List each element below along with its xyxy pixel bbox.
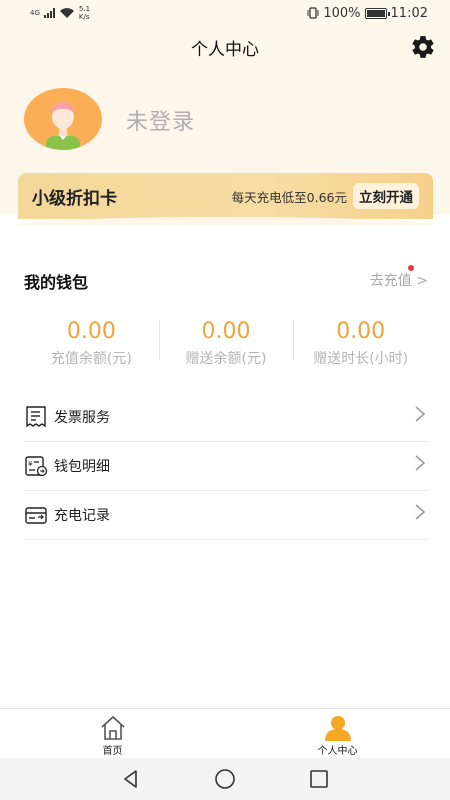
- stat-gift-balance[interactable]: 0.00 赠送余额(元): [158, 318, 294, 370]
- stat-recharge-balance[interactable]: 0.00 充值余额(元): [24, 318, 159, 370]
- wifi-icon: [59, 8, 74, 18]
- stat-label: 赠送时长(小时): [313, 351, 409, 367]
- menu-item-invoice[interactable]: 发票服务: [24, 393, 428, 442]
- stat-value: 0.00: [201, 319, 251, 344]
- bottom-nav: 首页 个人中心: [0, 708, 450, 758]
- avatar[interactable]: [24, 88, 102, 150]
- charge-record-icon: [25, 507, 47, 524]
- recent-apps-icon[interactable]: [308, 768, 330, 790]
- home-circle-icon[interactable]: [214, 768, 236, 790]
- status-left: 4G 5.1 K/s: [30, 5, 90, 21]
- stat-label: 赠送余额(元): [185, 351, 267, 367]
- stat-gift-duration[interactable]: 0.00 赠送时长(小时): [293, 318, 428, 370]
- page-title: 个人中心: [191, 39, 259, 60]
- invoice-icon: [26, 406, 46, 428]
- system-nav-bar: [0, 758, 450, 800]
- nav-label: 首页: [102, 746, 123, 757]
- nav-label: 个人中心: [317, 746, 358, 757]
- network-speed: 5.1 K/s: [79, 5, 90, 21]
- wallet-title: 我的钱包: [24, 273, 89, 292]
- login-prompt[interactable]: 未登录: [126, 104, 195, 136]
- back-icon[interactable]: [120, 768, 142, 790]
- discount-card-description: 每天充电低至0.66元: [231, 189, 347, 205]
- chevron-right-icon: [415, 406, 426, 422]
- user-icon: [324, 716, 351, 741]
- vibrate-icon: [307, 7, 319, 19]
- wallet-stats: 0.00 充值余额(元) 0.00 赠送余额(元) 0.00 赠送时长(小时): [24, 318, 428, 370]
- menu-item-wallet-detail[interactable]: ¥ 钱包明细: [24, 442, 428, 491]
- menu-label: 发票服务: [54, 410, 110, 426]
- chevron-right-icon: [415, 455, 426, 471]
- menu-item-charge-record[interactable]: 充电记录: [24, 491, 428, 540]
- status-right: 100% 11:02: [307, 6, 428, 21]
- signal-icon: [43, 8, 55, 18]
- speed-value: 5.1: [78, 5, 91, 13]
- gear-icon[interactable]: [410, 34, 436, 60]
- open-card-button[interactable]: 立刻开通: [353, 183, 419, 209]
- header: 个人中心: [0, 28, 450, 66]
- menu-label: 钱包明细: [54, 459, 110, 475]
- svg-text:¥: ¥: [28, 460, 33, 468]
- recharge-link[interactable]: 去充值 >: [370, 270, 428, 290]
- speed-unit: K/s: [78, 13, 90, 21]
- home-icon: [100, 715, 125, 740]
- network-type: 4G: [30, 9, 40, 17]
- stat-value: 0.00: [336, 319, 386, 344]
- status-bar: 4G 5.1 K/s 100% 11:02: [0, 0, 450, 26]
- battery-icon: [364, 7, 390, 19]
- clock: 11:02: [390, 5, 428, 21]
- discount-card[interactable]: 小级折扣卡 每天充电低至0.66元 立刻开通: [18, 173, 433, 225]
- discount-card-title: 小级折扣卡: [32, 188, 117, 209]
- service-menu: 发票服务 ¥ 钱包明细 充电记录: [24, 393, 428, 540]
- wallet-detail-icon: ¥: [25, 456, 48, 477]
- battery-percent: 100%: [323, 5, 361, 21]
- nav-profile[interactable]: 个人中心: [225, 709, 450, 758]
- menu-label: 充电记录: [54, 508, 110, 524]
- avatar-person-icon: [46, 102, 80, 150]
- stat-label: 充值余额(元): [50, 351, 132, 367]
- chevron-right-icon: [415, 504, 426, 520]
- nav-home[interactable]: 首页: [0, 709, 225, 758]
- stat-value: 0.00: [66, 319, 116, 344]
